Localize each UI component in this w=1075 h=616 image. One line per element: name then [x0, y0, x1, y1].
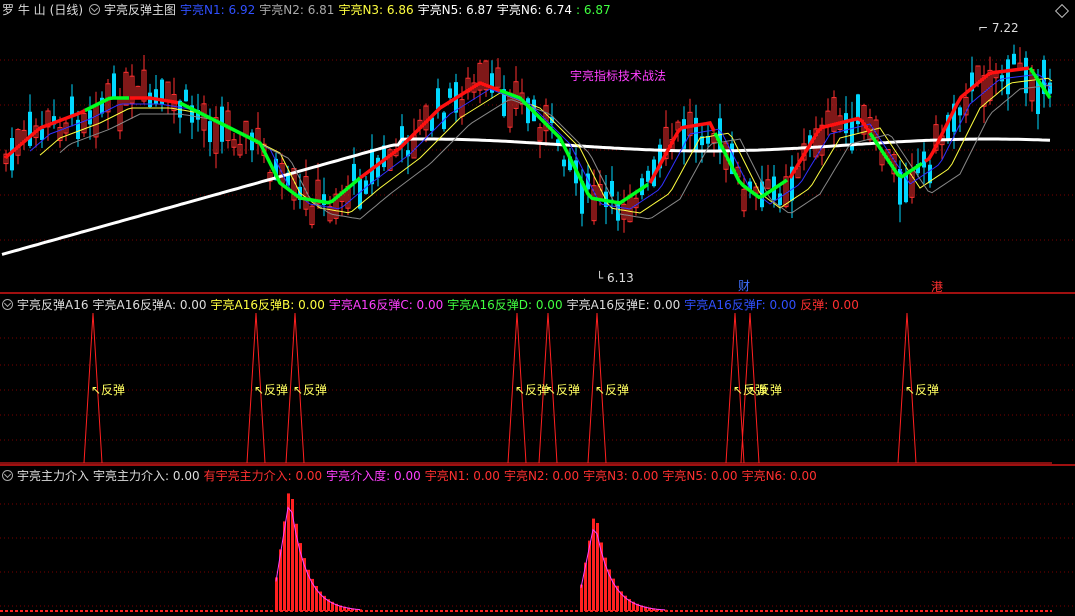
candle-down	[184, 89, 188, 102]
sub2-legend-item: 有宇亮主力介入: 0.00	[203, 469, 323, 483]
main-legend-item: 宇亮N5: 6.87	[417, 3, 493, 17]
main-force-legend: 宇亮主力介入: 0.00 有宇亮主力介入: 0.00 宇亮介入度: 0.00 宇亮N1…	[93, 469, 821, 483]
sub2-legend-item: 宇亮N5: 0.00	[662, 469, 738, 483]
sub1-legend-item: 宇亮A16反弹A: 0.00	[92, 298, 207, 312]
main-force-bar	[580, 584, 583, 611]
candle-down	[88, 110, 92, 125]
rebound-signal-label: ↖反弹	[905, 383, 940, 397]
indicator-menu-icon[interactable]	[2, 470, 13, 481]
sub2-legend-item: 宇亮N2: 0.00	[503, 469, 580, 483]
low-price-label: └ 6.13	[596, 271, 634, 285]
hk-connect-tag[interactable]: 港	[931, 278, 943, 292]
candle-down	[28, 111, 32, 146]
main-legend-item: 宇亮N3: 6.86	[338, 3, 414, 17]
candle-down	[154, 89, 158, 105]
low-price-value: 6.13	[607, 271, 634, 285]
main-force-header: 宇亮主力介入 宇亮主力介入: 0.00 有宇亮主力介入: 0.00 宇亮介入度: 0.…	[2, 469, 825, 483]
candle-down	[70, 96, 74, 115]
panel-divider[interactable]	[0, 292, 1075, 294]
main-force-bar	[275, 577, 278, 611]
sub1-legend-item: 宇亮A16反弹C: 0.00	[328, 298, 444, 312]
ma-long-line	[1, 137, 1051, 256]
sub2-legend-item: 宇亮介入度: 0.00	[326, 469, 421, 483]
main-legend-item: 宇亮N2: 6.81	[259, 3, 335, 17]
candle-down	[646, 170, 650, 182]
indicator-menu-icon[interactable]	[89, 4, 101, 15]
sub1-legend-item: 宇亮A16反弹B: 0.00	[210, 298, 325, 312]
sub1-legend-item: 反弹: 0.00	[800, 298, 859, 312]
candle-down	[1012, 53, 1016, 65]
main-chart-header: 罗 牛 山 (日线) 宇亮反弹主图 宇亮N1: 6.92 宇亮N2: 6.81 宇亮N3:…	[2, 3, 619, 17]
main-legend-item: 宇亮N1: 6.92	[180, 3, 256, 17]
rebound-header: 宇亮反弹A16 宇亮A16反弹A: 0.00 宇亮A16反弹B: 0.00 宇亮A16…	[2, 298, 867, 312]
main-legend-item: 宇亮N6: 6.74	[496, 3, 573, 17]
main-force-title[interactable]: 宇亮主力介入	[17, 469, 89, 483]
candle-down	[352, 163, 356, 182]
sub2-legend-item: 宇亮N6: 0.00	[741, 469, 817, 483]
candle-down	[112, 73, 116, 97]
candle-down	[562, 159, 566, 167]
main-chart-panel[interactable]: 罗 牛 山 (日线) 宇亮反弹主图 宇亮N1: 6.92 宇亮N2: 6.81 宇亮N3:…	[0, 0, 1075, 292]
candle-down	[1006, 59, 1010, 95]
high-price-label: ⌐ 7.22	[978, 21, 1019, 35]
rebound-title[interactable]: 宇亮反弹A16	[17, 298, 88, 312]
main-force-panel[interactable]: 宇亮主力介入 宇亮主力介入: 0.00 有宇亮主力介入: 0.00 宇亮介入度: 0.…	[0, 466, 1075, 616]
rebound-signal-label: ↖反弹	[254, 383, 289, 397]
rebound-chart-canvas[interactable]	[0, 295, 1075, 465]
candle-down	[778, 193, 782, 206]
sub1-legend-item: 宇亮A16反弹E: 0.00	[566, 298, 681, 312]
sub2-legend-item: 宇亮N3: 0.00	[583, 469, 659, 483]
stock-name: 罗 牛 山	[2, 3, 46, 17]
candle-down	[208, 121, 212, 143]
main-legend-item: : 6.87	[576, 3, 611, 17]
main-legend: 宇亮N1: 6.92 宇亮N2: 6.81 宇亮N3: 6.86 宇亮N5: 6.87…	[180, 3, 615, 17]
period-label: (日线)	[49, 3, 84, 17]
candle-down	[904, 174, 908, 203]
sub1-legend-item: 宇亮A16反弹D: 0.00	[447, 298, 563, 312]
rebound-signal-label: ↖反弹	[515, 383, 550, 397]
candle-down	[40, 128, 44, 140]
rebound-indicator-panel[interactable]: 宇亮反弹A16 宇亮A16反弹A: 0.00 宇亮A16反弹B: 0.00 宇亮A16…	[0, 295, 1075, 465]
finance-tag[interactable]: 财	[738, 277, 750, 292]
watermark-text: 宇亮指标技术战法	[570, 69, 667, 83]
rebound-signal-label: ↖反弹	[595, 383, 630, 397]
candle-down	[448, 88, 452, 98]
rebound-signal-label: ↖反弹	[293, 383, 328, 397]
rebound-signal-label: ↖反弹	[91, 383, 126, 397]
high-price-value: 7.22	[991, 21, 1019, 35]
rebound-signal-label: ↖反弹	[546, 383, 581, 397]
main-force-chart-canvas[interactable]	[0, 466, 1075, 616]
indicator-menu-icon[interactable]	[2, 299, 13, 310]
main-chart-canvas[interactable]	[0, 0, 1075, 292]
indicator-name[interactable]: 宇亮反弹主图	[104, 3, 176, 17]
candle-down	[958, 107, 962, 116]
sub1-legend-item: 宇亮A16反弹F: 0.00	[684, 298, 797, 312]
sub2-legend-item: 宇亮主力介入: 0.00	[93, 469, 200, 483]
sub2-legend-item: 宇亮N1: 0.00	[424, 469, 500, 483]
candle-down	[436, 88, 440, 110]
rebound-legend: 宇亮A16反弹A: 0.00 宇亮A16反弹B: 0.00 宇亮A16反弹C: 0.…	[92, 298, 862, 312]
candle-down	[586, 173, 590, 190]
candle-down	[526, 98, 530, 124]
rebound-signal-label: ↖反弹	[748, 383, 783, 397]
